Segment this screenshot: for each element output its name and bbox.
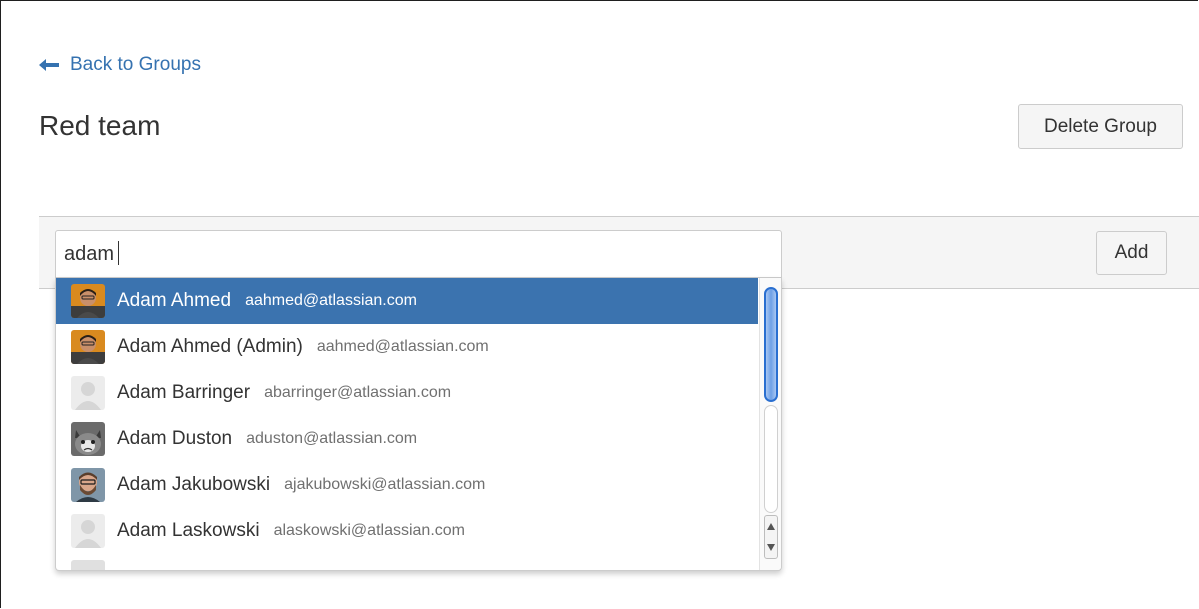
suggestion-item[interactable]: Adam Laskowski alaskowski@atlassian.com	[56, 508, 758, 554]
suggestion-name: Adam Barringer	[117, 382, 251, 403]
page-title: Red team	[39, 110, 161, 141]
default-avatar-icon	[71, 376, 105, 410]
suggestion-name: Adam Laskowski	[117, 520, 260, 541]
suggestion-name: Adam Duston	[117, 428, 233, 449]
suggestion-name: Adam Jakubowski	[117, 474, 271, 495]
suggestion-list: Adam Ahmed aahmed@atlassian.com Adam Ahm…	[56, 278, 758, 554]
suggestion-email: aahmed@atlassian.com	[245, 292, 417, 309]
scroll-down-arrow-icon[interactable]	[767, 544, 775, 551]
suggestion-email: ajakubowski@atlassian.com	[284, 476, 486, 493]
suggestion-item[interactable]: Adam Ahmed (Admin) aahmed@atlassian.com	[56, 324, 758, 370]
add-button[interactable]: Add	[1096, 231, 1167, 275]
delete-group-button[interactable]: Delete Group	[1018, 104, 1183, 149]
arrow-left-icon	[39, 59, 59, 71]
scroll-up-arrow-icon[interactable]	[767, 523, 775, 530]
suggestion-email: alaskowski@atlassian.com	[273, 522, 465, 539]
dropdown-scrollbar[interactable]	[759, 278, 781, 570]
user-photo-avatar	[71, 468, 105, 502]
user-suggestions-dropdown: Adam Ahmed aahmed@atlassian.com Adam Ahm…	[55, 278, 782, 571]
suggestion-email: aduston@atlassian.com	[246, 430, 418, 447]
back-to-groups-link[interactable]: Back to Groups	[39, 54, 201, 76]
user-photo-avatar	[71, 330, 105, 364]
cat-photo-avatar	[71, 422, 105, 456]
suggestion-name: Adam Ahmed (Admin)	[117, 336, 303, 357]
user-search-input[interactable]	[55, 230, 782, 278]
user-photo-avatar	[71, 284, 105, 318]
suggestion-name: Adam Ahmed	[117, 290, 232, 311]
scrollbar-thumb[interactable]	[764, 287, 778, 402]
scroll-arrows	[764, 515, 778, 559]
default-avatar-icon	[71, 514, 105, 548]
back-link-label: Back to Groups	[70, 54, 201, 75]
scrollbar-track[interactable]	[764, 405, 778, 513]
suggestion-item[interactable]: Adam Duston aduston@atlassian.com	[56, 416, 758, 462]
suggestion-email: aahmed@atlassian.com	[316, 338, 489, 355]
next-item-avatar-partial	[71, 560, 105, 570]
suggestion-item[interactable]: Adam Barringer abarringer@atlassian.com	[56, 370, 758, 416]
text-caret	[118, 241, 119, 265]
suggestion-email: abarringer@atlassian.com	[264, 384, 452, 401]
suggestion-item[interactable]: Adam Ahmed aahmed@atlassian.com	[56, 278, 758, 324]
suggestion-item[interactable]: Adam Jakubowski ajakubowski@atlassian.co…	[56, 462, 758, 508]
